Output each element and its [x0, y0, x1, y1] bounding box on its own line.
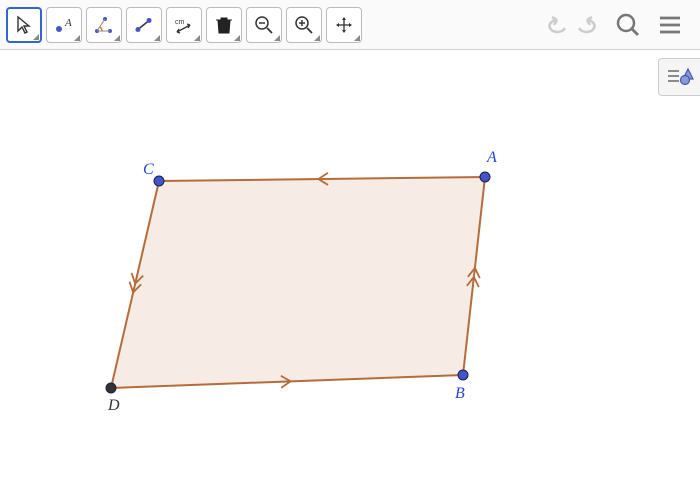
redo-button[interactable]	[570, 9, 602, 41]
search-button[interactable]	[612, 9, 644, 41]
toolbar: A cm	[0, 0, 700, 50]
tool-zoom-out[interactable]	[246, 7, 282, 43]
point-B[interactable]	[458, 370, 468, 380]
tool-zoom-in[interactable]	[286, 7, 322, 43]
search-icon	[615, 12, 641, 38]
tool-point[interactable]: A	[46, 7, 82, 43]
trash-icon	[215, 15, 233, 35]
measure-icon: cm	[173, 15, 195, 35]
point-C[interactable]	[154, 176, 164, 186]
parallelogram-fill[interactable]	[111, 177, 485, 388]
svg-text:A: A	[64, 17, 72, 29]
label-A[interactable]: A	[486, 149, 497, 166]
hamburger-icon	[657, 12, 683, 38]
label-C[interactable]: C	[143, 161, 154, 178]
tool-pan[interactable]	[326, 7, 362, 43]
zoom-out-icon	[254, 15, 274, 35]
redo-icon	[573, 14, 599, 36]
point-D[interactable]	[106, 383, 116, 393]
undo-icon	[545, 14, 571, 36]
right-controls	[542, 9, 694, 41]
tool-measure[interactable]: cm	[166, 7, 202, 43]
cursor-icon	[14, 15, 34, 35]
point-A[interactable]	[480, 172, 490, 182]
label-B[interactable]: B	[455, 385, 465, 402]
zoom-in-icon	[294, 15, 314, 35]
label-D[interactable]: D	[107, 397, 120, 414]
pan-icon	[334, 15, 354, 35]
svg-text:cm: cm	[175, 19, 185, 26]
line-icon	[133, 15, 155, 35]
tool-delete[interactable]	[206, 7, 242, 43]
point-a-icon: A	[53, 15, 75, 35]
menu-button[interactable]	[654, 9, 686, 41]
tool-line[interactable]	[126, 7, 162, 43]
angle-icon	[93, 15, 115, 35]
tool-move[interactable]	[6, 7, 42, 43]
geometry-canvas[interactable]: A B C D	[0, 50, 700, 500]
tool-angle[interactable]	[86, 7, 122, 43]
